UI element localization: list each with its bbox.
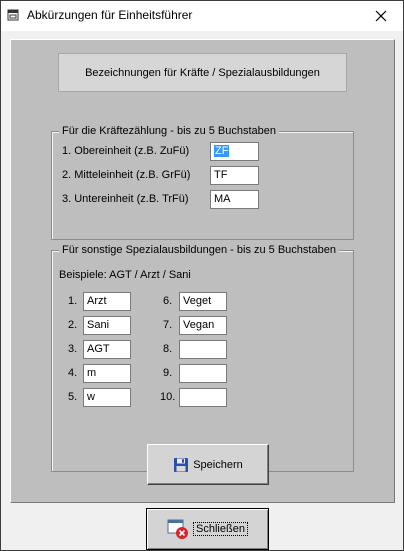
special-num-2: 2. (68, 319, 78, 331)
main-panel: Bezeichnungen für Kräfte / Spezialausbil… (10, 39, 395, 503)
save-button-label: Speichern (193, 458, 243, 471)
special-num-1: 1. (68, 295, 78, 307)
special-input-3[interactable]: AGT (83, 340, 131, 359)
special-num-5: 5. (68, 391, 78, 403)
floppy-disk-icon (174, 457, 189, 472)
mitteleinheit-input[interactable]: TF (210, 166, 259, 185)
obereinheit-input[interactable]: ZF (210, 142, 259, 161)
special-input-5[interactable]: w (83, 388, 131, 407)
window-close-icon (167, 519, 189, 539)
special-num-6: 6. (163, 295, 173, 307)
obereinheit-value: ZF (214, 145, 230, 157)
close-dialog-button[interactable]: Schließen (146, 508, 269, 550)
special-group-title: Für sonstige Spezialausbildungen - bis z… (59, 244, 339, 257)
special-num-9: 9. (163, 367, 173, 379)
untereinheit-label: 3. Untereinheit (z.B. TrFü) (62, 193, 189, 205)
page-title-text: Bezeichnungen für Kräfte / Spezialausbil… (85, 66, 320, 79)
special-input-6[interactable]: Veget (179, 292, 227, 311)
special-num-8: 8. (163, 343, 173, 355)
forces-group: Für die Kräftezählung - bis zu 5 Buchsta… (51, 125, 354, 240)
special-input-1[interactable]: Arzt (83, 292, 131, 311)
forces-group-title: Für die Kräftezählung - bis zu 5 Buchsta… (59, 125, 280, 138)
special-num-7: 7. (163, 319, 173, 331)
window-title: Abkürzungen für Einheitsführer (27, 8, 193, 22)
client-area: Bezeichnungen für Kräfte / Spezialausbil… (1, 31, 403, 550)
app-window-icon (7, 9, 19, 21)
page-title: Bezeichnungen für Kräfte / Spezialausbil… (58, 53, 347, 92)
obereinheit-label: 1. Obereinheit (z.B. ZuFü) (62, 145, 190, 157)
window-close-button[interactable] (359, 1, 403, 31)
special-num-3: 3. (68, 343, 78, 355)
special-input-4[interactable]: m (83, 364, 131, 383)
title-bar[interactable]: Abkürzungen für Einheitsführer (1, 1, 403, 31)
special-input-10[interactable] (179, 388, 227, 407)
save-button[interactable]: Speichern (147, 444, 269, 485)
special-input-9[interactable] (179, 364, 227, 383)
close-dialog-button-label: Schließen (193, 522, 248, 536)
special-group: Für sonstige Spezialausbildungen - bis z… (51, 244, 354, 472)
dialog-window: Abkürzungen für Einheitsführer Bezeichnu… (0, 0, 404, 551)
special-input-8[interactable] (179, 340, 227, 359)
special-num-4: 4. (68, 367, 78, 379)
untereinheit-input[interactable]: MA (210, 190, 259, 209)
special-example-text: Beispiele: AGT / Arzt / Sani (59, 269, 191, 281)
close-icon (375, 10, 387, 22)
special-num-10: 10. (160, 391, 176, 403)
special-input-2[interactable]: Sani (83, 316, 131, 335)
special-input-7[interactable]: Vegan (179, 316, 227, 335)
mitteleinheit-label: 2. Mitteleinheit (z.B. GrFü) (62, 169, 191, 181)
